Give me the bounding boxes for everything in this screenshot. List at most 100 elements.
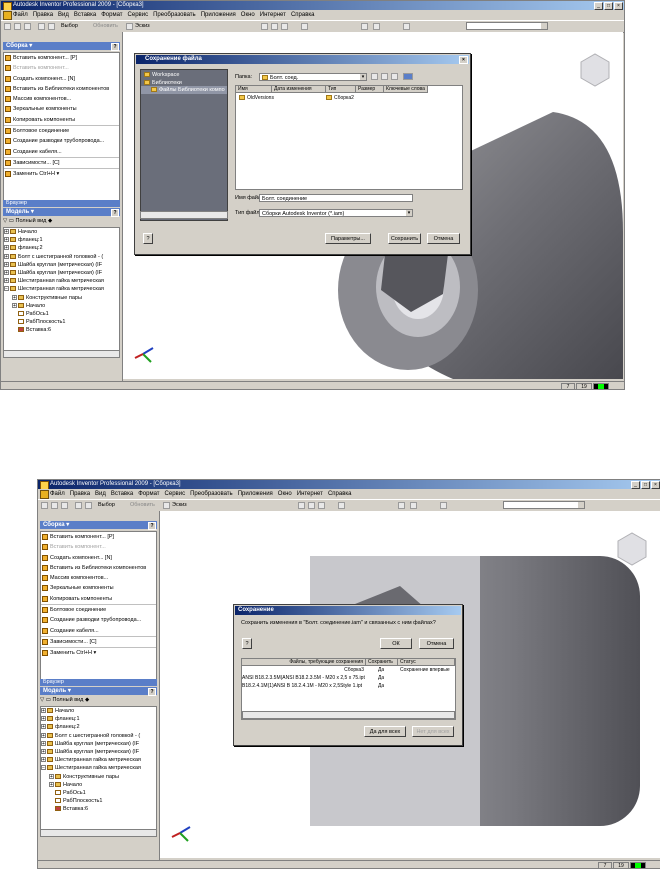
filename-input[interactable]: Болт. соединение: [259, 194, 413, 202]
tree-row[interactable]: + Начало: [41, 781, 156, 789]
save-icon[interactable]: [24, 23, 31, 30]
cancel-button[interactable]: Отмена: [427, 233, 460, 244]
tree-row[interactable]: + фланец:2: [4, 244, 119, 252]
undo-icon[interactable]: [38, 23, 45, 30]
find-icon[interactable]: ◆: [85, 697, 89, 703]
expand-icon[interactable]: +: [4, 261, 9, 267]
menu-view[interactable]: Вид: [58, 12, 69, 18]
cmd-place-component[interactable]: Вставить компонент... [P]: [4, 53, 119, 63]
cmd-create-component[interactable]: Создать компонент... [N]: [4, 74, 119, 84]
tree-row[interactable]: + Начало: [41, 707, 156, 715]
tree-row[interactable]: + Конструктивные пары: [41, 773, 156, 781]
tree-row[interactable]: Вставка:6: [41, 805, 156, 813]
menu-file[interactable]: Файл: [50, 491, 65, 497]
panel-header[interactable]: Сборка ▾ ?: [3, 42, 120, 51]
panel-header[interactable]: Сборка ▾ ?: [40, 521, 157, 530]
expand-icon[interactable]: +: [41, 740, 46, 746]
shaded-display-icon[interactable]: [361, 23, 368, 30]
expand-icon[interactable]: +: [4, 229, 9, 235]
cmd-content-center[interactable]: Вставить из Библиотеки компонентов: [41, 563, 156, 573]
expand-icon[interactable]: +: [41, 732, 46, 738]
browser-view-selector[interactable]: Полный вид: [53, 697, 84, 703]
minimize-button[interactable]: _: [594, 2, 603, 10]
menu-convert[interactable]: Преобразовать: [153, 12, 196, 18]
menu-edit[interactable]: Правка: [33, 12, 53, 18]
tree-row[interactable]: РабОсь1: [41, 789, 156, 797]
rotate-icon[interactable]: [281, 23, 288, 30]
cmd-content-center[interactable]: Вставить из Библиотеки компонентов: [4, 84, 119, 94]
cmd-constraint[interactable]: Зависимости... [C]: [41, 635, 156, 647]
expand-icon[interactable]: +: [41, 748, 46, 754]
cmd-copy[interactable]: Копировать компоненты: [41, 594, 156, 604]
open-icon[interactable]: [51, 502, 58, 509]
menu-format[interactable]: Формат: [101, 12, 122, 18]
cmd-replace[interactable]: Заменить Ctrl+H ▾: [41, 647, 156, 658]
expand-icon[interactable]: +: [4, 278, 9, 284]
cmd-tube-pipe[interactable]: Создание разводки трубопровода...: [41, 615, 156, 625]
cmd-bolted-connection[interactable]: Болтовое соединение: [41, 604, 156, 615]
zoom-icon[interactable]: [261, 23, 268, 30]
open-icon[interactable]: [14, 23, 21, 30]
menu-file[interactable]: Файл: [13, 12, 28, 18]
new-icon[interactable]: [41, 502, 48, 509]
expand-icon[interactable]: +: [12, 302, 17, 308]
expand-icon[interactable]: +: [49, 773, 54, 779]
menu-insert[interactable]: Вставка: [74, 12, 96, 18]
tree-row[interactable]: РабОсь1: [4, 310, 119, 318]
sketch-tool[interactable]: Эскиз: [135, 23, 150, 30]
expand-icon[interactable]: +: [4, 237, 9, 243]
expand-icon[interactable]: +: [41, 716, 46, 722]
model-header[interactable]: Модель ▾ ?: [40, 687, 157, 696]
shaded-display-icon[interactable]: [398, 502, 405, 509]
expand-icon[interactable]: +: [4, 245, 9, 251]
expand-icon[interactable]: +: [12, 294, 17, 300]
menu-internet[interactable]: Интернет: [297, 491, 323, 497]
browser-view-selector[interactable]: Полный вид: [16, 218, 47, 224]
expand-icon[interactable]: +: [41, 708, 46, 714]
cmd-pattern[interactable]: Массив компонентов...: [41, 573, 156, 583]
camera-icon[interactable]: [403, 23, 410, 30]
help-icon[interactable]: ?: [111, 43, 119, 51]
menu-help[interactable]: Справка: [328, 491, 352, 497]
help-button[interactable]: ?: [242, 638, 252, 649]
cmd-create-component[interactable]: Создать компонент... [N]: [41, 553, 156, 563]
tree-row[interactable]: − Шестигранная гайка метрическая: [4, 285, 119, 293]
collapse-icon[interactable]: −: [4, 286, 9, 292]
table-scrollbar[interactable]: [242, 711, 455, 719]
help-icon[interactable]: ?: [148, 688, 156, 696]
tree-row[interactable]: РабПлоскость1: [4, 318, 119, 326]
look-at-icon[interactable]: [301, 23, 308, 30]
pan-icon[interactable]: [308, 502, 315, 509]
menu-convert[interactable]: Преобразовать: [190, 491, 233, 497]
look-at-icon[interactable]: [338, 502, 345, 509]
close-button[interactable]: ×: [614, 2, 623, 10]
zoom-icon[interactable]: [298, 502, 305, 509]
menu-edit[interactable]: Правка: [70, 491, 90, 497]
tree-row[interactable]: + Болт с шестигранной головкой - (: [4, 253, 119, 261]
maximize-button[interactable]: □: [641, 481, 650, 489]
file-item[interactable]: Сборка2: [326, 95, 354, 101]
menu-window[interactable]: Окно: [241, 12, 255, 18]
cmd-tube-pipe[interactable]: Создание разводки трубопровода...: [4, 136, 119, 146]
camera-icon[interactable]: [440, 502, 447, 509]
cmd-replace[interactable]: Заменить Ctrl+H ▾: [4, 168, 119, 179]
places-scrollbar[interactable]: [140, 211, 228, 219]
yes-to-all-button[interactable]: Да для всех: [364, 726, 406, 737]
new-folder-icon[interactable]: [391, 73, 398, 80]
expand-icon[interactable]: +: [41, 724, 46, 730]
options-button[interactable]: Параметры...: [325, 233, 371, 244]
menu-format[interactable]: Формат: [138, 491, 159, 497]
menu-insert[interactable]: Вставка: [111, 491, 133, 497]
filetype-select[interactable]: Сборки Autodesk Inventor (*.iam) ▾: [259, 209, 413, 217]
column-type[interactable]: Тип: [326, 86, 356, 93]
cmd-mirror[interactable]: Зеркальные компоненты: [4, 104, 119, 114]
menu-help[interactable]: Справка: [291, 12, 315, 18]
maximize-button[interactable]: □: [604, 2, 613, 10]
menu-internet[interactable]: Интернет: [260, 12, 286, 18]
new-icon[interactable]: [4, 23, 11, 30]
expand-icon[interactable]: +: [4, 269, 9, 275]
help-icon[interactable]: ?: [148, 522, 156, 530]
tree-row[interactable]: + фланец:1: [4, 236, 119, 244]
column-date[interactable]: Дата изменения: [272, 86, 326, 93]
menu-applications[interactable]: Приложения: [238, 491, 273, 497]
